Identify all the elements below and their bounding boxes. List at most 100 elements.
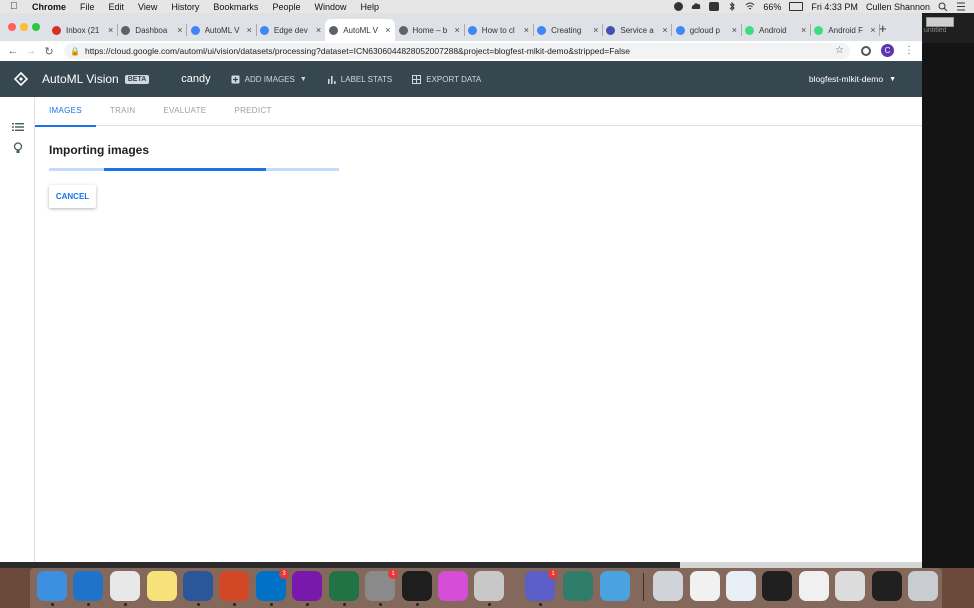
browser-tab[interactable]: Home – b × xyxy=(395,19,465,41)
profile-avatar[interactable]: C xyxy=(881,44,894,57)
sharepoint-icon[interactable] xyxy=(73,571,103,601)
menu-history[interactable]: History xyxy=(171,2,199,12)
browser-tab[interactable]: Edge dev × xyxy=(256,19,326,41)
excel-icon[interactable] xyxy=(329,571,359,601)
terminal-window-icon[interactable] xyxy=(872,571,902,601)
close-tab-icon[interactable]: × xyxy=(801,25,806,35)
close-tab-icon[interactable]: × xyxy=(593,25,598,35)
browser-tab[interactable]: Android × xyxy=(741,19,811,41)
trash-icon[interactable] xyxy=(908,571,938,601)
maximize-window-button[interactable] xyxy=(32,23,40,31)
label-stats-button[interactable]: LABEL STATS xyxy=(327,75,392,84)
cancel-button[interactable]: CANCEL xyxy=(49,185,96,208)
tab-train[interactable]: TRAIN xyxy=(96,97,150,126)
apple-icon[interactable]:  xyxy=(10,1,24,12)
document-thumb-icon[interactable] xyxy=(726,571,756,601)
tab-evaluate[interactable]: EVALUATE xyxy=(149,97,220,126)
document-thumb-icon[interactable] xyxy=(799,571,829,601)
word-icon[interactable] xyxy=(183,571,213,601)
export-data-button[interactable]: EXPORT DATA xyxy=(412,74,481,84)
close-tab-icon[interactable]: × xyxy=(316,25,321,35)
battery-icon[interactable] xyxy=(789,2,804,11)
lightbulb-icon[interactable] xyxy=(12,142,24,154)
scrivener-icon[interactable] xyxy=(709,2,720,11)
powerpoint-icon[interactable] xyxy=(219,571,249,601)
browser-tab[interactable]: AutoML V × xyxy=(187,19,257,41)
clock[interactable]: Fri 4:33 PM xyxy=(811,2,858,12)
onenote-icon[interactable] xyxy=(292,571,322,601)
reload-icon[interactable]: ↻ xyxy=(40,45,58,58)
close-tab-icon[interactable]: × xyxy=(108,25,113,35)
close-tab-icon[interactable]: × xyxy=(870,25,875,35)
flower-icon[interactable] xyxy=(438,571,468,601)
android-icon xyxy=(814,25,824,35)
lock-icon[interactable]: 🔒 xyxy=(70,47,80,56)
menu-edit[interactable]: Edit xyxy=(109,2,125,12)
extension-icon[interactable] xyxy=(861,45,871,56)
spotlight-icon[interactable] xyxy=(938,2,948,12)
cloud-icon[interactable] xyxy=(691,2,701,11)
label-stats-label: LABEL STATS xyxy=(340,74,393,84)
teams-icon[interactable]: 1 xyxy=(525,569,558,601)
bluetooth-icon[interactable] xyxy=(727,1,737,12)
gcloud-icon xyxy=(190,25,200,35)
close-tab-icon[interactable]: × xyxy=(247,25,252,35)
browser-tab[interactable]: Dashboa × xyxy=(117,19,188,41)
user-name[interactable]: Cullen Shannon xyxy=(866,2,930,12)
chrome-icon[interactable] xyxy=(110,571,140,601)
outlook-icon[interactable]: 3 xyxy=(256,569,289,601)
forward-icon[interactable]: → xyxy=(22,45,40,57)
preview-icon[interactable] xyxy=(653,571,683,601)
document-thumb-icon[interactable] xyxy=(690,571,720,601)
chrome-menu-icon[interactable]: ⋮ xyxy=(904,45,914,56)
browser-tab[interactable]: AutoML V × xyxy=(325,19,396,41)
chart-app-icon[interactable] xyxy=(600,571,630,601)
close-tab-icon[interactable]: × xyxy=(732,25,737,35)
browser-tab-label: Inbox (21 xyxy=(66,25,100,35)
menu-window[interactable]: Window xyxy=(314,2,346,12)
list-icon[interactable] xyxy=(12,121,24,133)
project-selector[interactable]: blogfest-mlkit-demo ▼ xyxy=(809,74,896,84)
wifi-icon[interactable] xyxy=(745,2,755,11)
back-icon[interactable]: ← xyxy=(4,45,22,57)
disk-utility-icon[interactable] xyxy=(474,571,504,601)
new-tab-button[interactable]: + xyxy=(879,21,887,36)
terminal-window-icon[interactable] xyxy=(762,571,792,601)
close-window-button[interactable] xyxy=(8,23,16,31)
menu-view[interactable]: View xyxy=(138,2,157,12)
menu-people[interactable]: People xyxy=(272,2,300,12)
notification-center-icon[interactable] xyxy=(956,2,966,11)
browser-tab[interactable]: Service a × xyxy=(602,19,673,41)
close-tab-icon[interactable]: × xyxy=(662,25,667,35)
address-bar[interactable]: 🔒 https://cloud.google.com/automl/ui/vis… xyxy=(64,43,850,59)
app-title[interactable]: AutoML Vision xyxy=(42,72,119,86)
menu-bookmarks[interactable]: Bookmarks xyxy=(213,2,258,12)
menu-app-chrome[interactable]: Chrome xyxy=(32,2,66,12)
close-tab-icon[interactable]: × xyxy=(385,25,390,35)
menu-help[interactable]: Help xyxy=(360,2,379,12)
vpn-icon[interactable] xyxy=(674,2,684,11)
sync-icon[interactable] xyxy=(563,571,593,601)
tab-images[interactable]: IMAGES xyxy=(35,97,96,127)
terminal-icon[interactable] xyxy=(402,571,432,601)
close-tab-icon[interactable]: × xyxy=(177,25,182,35)
notes-icon[interactable] xyxy=(147,571,177,601)
finder-icon[interactable] xyxy=(37,571,67,601)
document-thumb-icon[interactable] xyxy=(835,571,865,601)
browser-tab[interactable]: gcloud p × xyxy=(672,19,742,41)
shield-icon xyxy=(606,25,616,35)
system-preferences-icon[interactable]: 1 xyxy=(365,569,398,601)
browser-tab[interactable]: Inbox (21 × xyxy=(48,19,118,41)
browser-tab[interactable]: Android F × xyxy=(810,19,881,41)
bookmark-star-icon[interactable]: ☆ xyxy=(835,45,844,56)
browser-tab[interactable]: How to cl × xyxy=(464,19,534,41)
minimize-window-button[interactable] xyxy=(20,23,28,31)
automl-logo-icon[interactable] xyxy=(14,72,28,86)
tab-predict[interactable]: PREDICT xyxy=(220,97,285,126)
browser-tab[interactable]: Creating × xyxy=(533,19,604,41)
window-thumbnail[interactable] xyxy=(926,17,954,27)
menu-file[interactable]: File xyxy=(80,2,95,12)
close-tab-icon[interactable]: × xyxy=(455,25,460,35)
close-tab-icon[interactable]: × xyxy=(524,25,529,35)
add-images-button[interactable]: ADD IMAGES ▼ xyxy=(231,75,307,84)
